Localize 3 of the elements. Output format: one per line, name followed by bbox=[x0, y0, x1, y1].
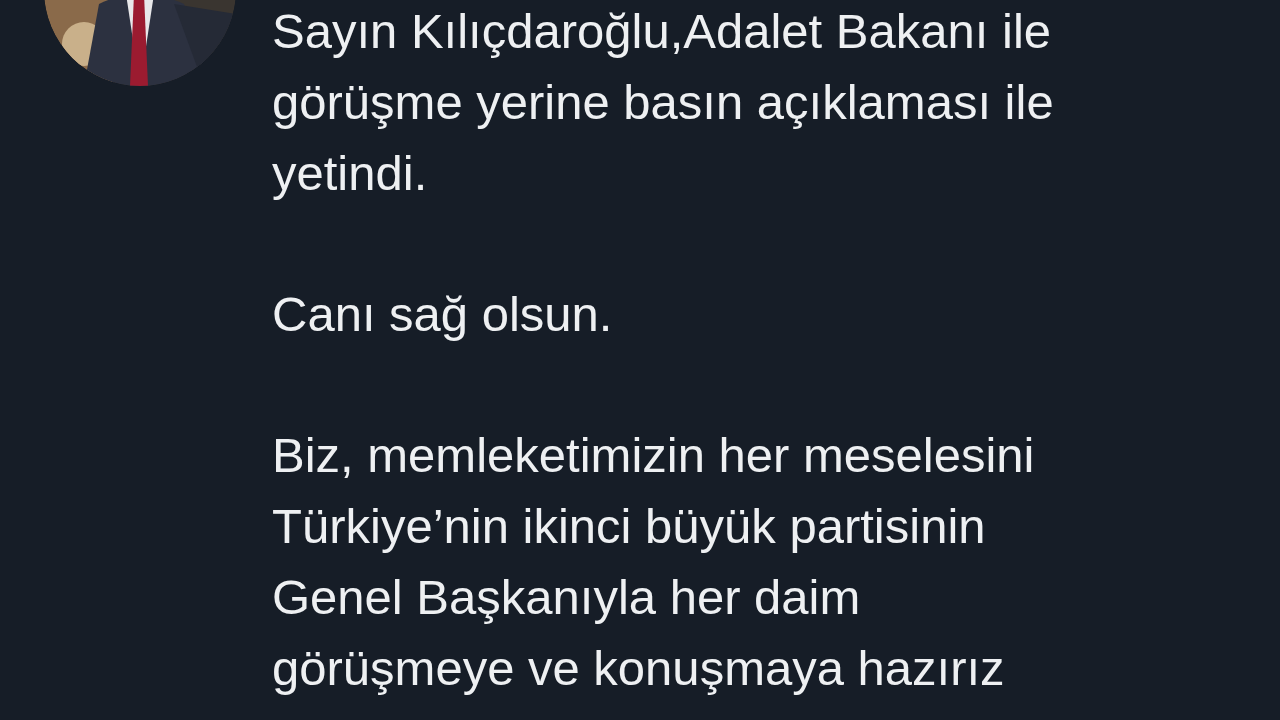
tweet-paragraph: Biz, memleketimizin her meselesini Türkiye’nin ikinci büyük partisinin Genel Başkanıyla her daim görüşmeye ve konuşmaya hazırız bbox=[272, 427, 1036, 697]
tweet-paragraph: Canı sağ olsun. bbox=[272, 286, 614, 343]
tweet-paragraph: Sayın Kılıçdaroğlu,Adalet Bakanı ile görüşme yerine basın açıklaması ile yetindi. bbox=[272, 3, 1054, 202]
